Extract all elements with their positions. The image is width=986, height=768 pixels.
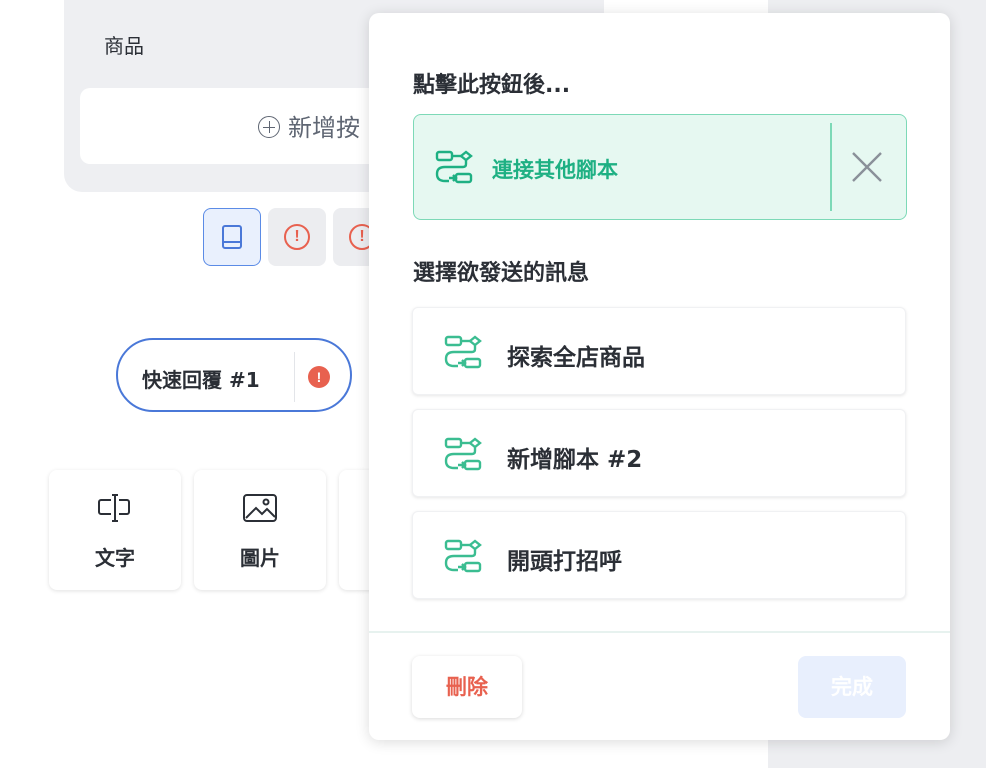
selected-action-option[interactable]: 連接其他腳本 [413, 114, 907, 220]
quick-reply-pill[interactable]: 快速回覆 #1 ! [116, 338, 352, 412]
option-label: 新增腳本 #2 [507, 447, 643, 473]
card-layout-icon [222, 225, 242, 249]
toolbar-layout-button[interactable] [203, 208, 261, 266]
flow-icon [435, 150, 473, 184]
option-item[interactable]: 開頭打招呼 [412, 511, 906, 599]
done-button[interactable]: 完成 [798, 656, 906, 718]
option-item[interactable]: 探索全店商品 [412, 307, 906, 395]
flow-icon [444, 437, 482, 471]
add-button-label-wrap[interactable]: 新增按 [258, 108, 360, 143]
selected-option-divider [830, 123, 832, 211]
option-label: 開頭打招呼 [507, 549, 622, 575]
tile-text[interactable]: 文字 [49, 470, 181, 590]
section-title: 選擇欲發送的訊息 [413, 261, 590, 286]
image-icon [243, 494, 277, 522]
selected-option-label: 連接其他腳本 [492, 158, 618, 182]
alert-icon[interactable]: ! [308, 366, 330, 388]
delete-button[interactable]: 刪除 [412, 656, 522, 718]
product-card-label: 商品 [104, 34, 144, 58]
close-icon[interactable] [847, 147, 887, 187]
toolbar-warning-button[interactable]: ! [268, 208, 326, 266]
warning-icon: ! [284, 224, 310, 250]
plus-circle-icon [258, 116, 280, 138]
option-label: 探索全店商品 [507, 345, 645, 371]
panel-title: 點擊此按鈕後... [413, 73, 571, 98]
quick-reply-divider [294, 352, 295, 402]
tile-image[interactable]: 圖片 [194, 470, 326, 590]
footer-divider [369, 631, 950, 633]
add-button-label: 新增按 [288, 114, 360, 142]
tile-text-label: 文字 [95, 546, 135, 570]
quick-reply-label: 快速回覆 #1 [142, 368, 260, 392]
text-cursor-icon [98, 494, 130, 522]
button-action-panel: 點擊此按鈕後... 連接其他腳本 選擇欲發送的訊息 探索全店商品 新增腳本 #2… [369, 13, 950, 740]
option-item[interactable]: 新增腳本 #2 [412, 409, 906, 497]
flow-icon [444, 335, 482, 369]
tile-image-label: 圖片 [240, 546, 280, 570]
flow-icon [444, 539, 482, 573]
